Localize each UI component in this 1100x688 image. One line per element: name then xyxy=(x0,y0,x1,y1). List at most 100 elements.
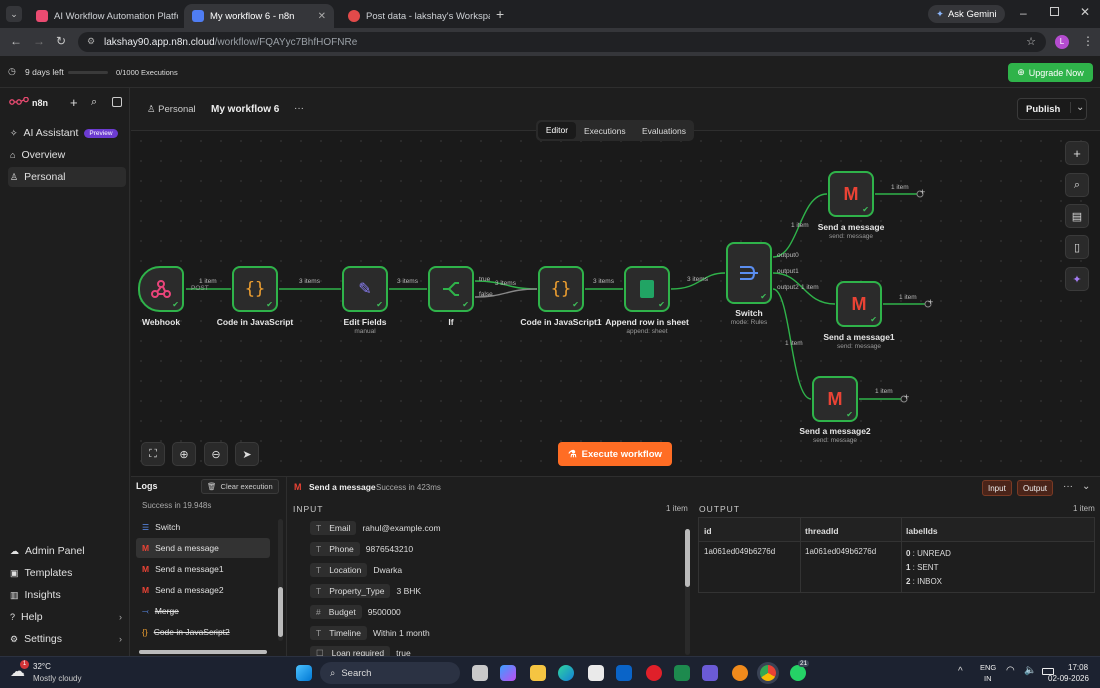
log-item-merge[interactable]: ⤙ Merge xyxy=(136,601,270,621)
zoom-out-button[interactable]: ⊖ xyxy=(204,442,228,466)
back-icon[interactable]: ← xyxy=(10,34,22,48)
wifi-icon[interactable]: ◠ xyxy=(1006,665,1015,676)
teams-icon[interactable] xyxy=(702,665,718,681)
log-item-code-in-javascript2[interactable]: {} Code in JavaScript2 xyxy=(136,622,270,642)
sidebar-item-templates[interactable]: ▣ Templates xyxy=(8,563,126,583)
add-node-button[interactable]: + xyxy=(1065,141,1089,165)
close-tab-icon[interactable]: ✕ xyxy=(312,11,326,22)
site-info-icon[interactable]: ⚙ xyxy=(87,36,95,47)
file-explorer-icon[interactable] xyxy=(530,665,546,681)
sidebar-item-help[interactable]: ? Help › xyxy=(8,607,126,627)
forward-icon[interactable]: → xyxy=(33,34,45,48)
node-append-row-in-sheet[interactable]: ✔ xyxy=(624,266,670,312)
minimize-icon[interactable]: – xyxy=(1020,6,1027,20)
add-icon[interactable]: + xyxy=(70,95,78,110)
ai-assistant-button[interactable]: ✦ xyxy=(1065,267,1089,291)
sidebar-item-personal[interactable]: ♙ Personal xyxy=(8,167,126,187)
maximize-icon[interactable] xyxy=(1050,7,1059,16)
node-code-in-javascript[interactable]: {} ✔ xyxy=(232,266,278,312)
edge-label: 3 items xyxy=(687,276,708,283)
chrome-icon[interactable] xyxy=(760,665,776,681)
clock-date[interactable]: 02-09-2026 xyxy=(1048,674,1089,683)
outlook-icon[interactable] xyxy=(616,665,632,681)
workflow-name[interactable]: My workflow 6 xyxy=(211,104,279,115)
node-code-in-javascript1[interactable]: {} ✔ xyxy=(538,266,584,312)
node-edit-fields[interactable]: ✎ ✔ xyxy=(342,266,388,312)
project-breadcrumb[interactable]: ♙ Personal xyxy=(147,104,196,115)
bookmark-star-icon[interactable]: ☆ xyxy=(1026,35,1036,48)
sidebar-item-insights[interactable]: ▥ Insights xyxy=(8,585,126,605)
input-scrollbar[interactable] xyxy=(685,529,690,655)
zoom-in-button[interactable]: ⊕ xyxy=(172,442,196,466)
language-code[interactable]: ENG xyxy=(980,663,996,672)
volume-icon[interactable]: 🔈 xyxy=(1024,665,1036,676)
collapse-sidebar-icon[interactable] xyxy=(112,97,122,107)
search-nodes-button[interactable]: ⌕ xyxy=(1065,173,1089,197)
new-tab-button[interactable]: + xyxy=(496,6,504,22)
workflow-canvas[interactable]: Editor Executions Evaluations + + + 1 it… xyxy=(131,120,1100,476)
start-windows-icon[interactable] xyxy=(296,665,312,681)
node-send-a-message[interactable]: M ✔ xyxy=(828,171,874,217)
opera-icon[interactable] xyxy=(646,665,662,681)
node-send-a-message2[interactable]: M ✔ xyxy=(812,376,858,422)
search-icon[interactable]: ⌕ xyxy=(91,96,97,109)
scroll-thumb[interactable] xyxy=(278,587,283,637)
log-item-send-a-message2[interactable]: M Send a message2 xyxy=(136,580,270,600)
reload-icon[interactable]: ↻ xyxy=(56,34,66,48)
log-item-send-a-message[interactable]: M Send a message xyxy=(136,538,270,558)
add-node-plus-icon[interactable]: + xyxy=(904,392,909,402)
publish-button[interactable]: Publish xyxy=(1026,104,1060,115)
weather-temp[interactable]: 32°C xyxy=(33,662,51,671)
add-node-plus-icon[interactable]: + xyxy=(928,297,933,307)
show-hidden-icons[interactable]: ^ xyxy=(958,666,963,677)
collapse-panel-icon[interactable]: ⌄ xyxy=(1082,481,1090,492)
profile-avatar[interactable]: L xyxy=(1055,35,1069,49)
ask-gemini-button[interactable]: ✦ Ask Gemini xyxy=(928,5,1005,23)
publish-dropdown-icon[interactable]: ⌄ xyxy=(1070,102,1084,113)
execute-workflow-button[interactable]: ⚗ Execute workflow xyxy=(558,442,672,466)
edge-icon[interactable] xyxy=(558,665,574,681)
tab-list-button[interactable]: ⌄ xyxy=(6,6,22,22)
tidy-up-button[interactable]: ➤ xyxy=(235,442,259,466)
clear-execution-button[interactable]: 🗑 Clear execution xyxy=(201,479,279,494)
output-toggle-button[interactable]: Output xyxy=(1017,480,1054,496)
clock-time[interactable]: 17:08 xyxy=(1068,663,1088,672)
browser-app-icon[interactable] xyxy=(732,665,748,681)
task-view-icon[interactable] xyxy=(472,665,488,681)
language-region[interactable]: IN xyxy=(984,674,992,683)
panel-more-icon[interactable]: ··· xyxy=(1063,481,1073,492)
node-if[interactable]: ✔ xyxy=(428,266,474,312)
sidebar-item-ai-assistant[interactable]: ✧ AI Assistant Preview xyxy=(8,123,126,143)
weather-desc[interactable]: Mostly cloudy xyxy=(33,674,81,683)
browser-tab-workflow[interactable]: My workflow 6 - n8n ✕ xyxy=(184,4,334,28)
scroll-thumb[interactable] xyxy=(685,529,690,587)
more-options-button[interactable]: ··· xyxy=(294,103,304,114)
node-webhook[interactable]: ✔ xyxy=(138,266,184,312)
browser-tab-n8n-home[interactable]: AI Workflow Automation Platfo ✕ xyxy=(28,4,178,28)
store-icon[interactable] xyxy=(588,665,604,681)
toggle-panel-button[interactable]: ▯ xyxy=(1065,235,1089,259)
upgrade-now-button[interactable]: ⊕ Upgrade Now xyxy=(1008,63,1093,82)
whatsapp-icon[interactable] xyxy=(790,665,806,681)
sticky-note-button[interactable]: ▤ xyxy=(1065,204,1089,228)
browser-menu-icon[interactable]: ⋮ xyxy=(1082,34,1094,48)
copilot-icon[interactable] xyxy=(500,665,516,681)
close-window-icon[interactable]: ✕ xyxy=(1080,5,1090,19)
node-send-a-message1[interactable]: M ✔ xyxy=(836,281,882,327)
input-toggle-button[interactable]: Input xyxy=(982,480,1012,496)
url-field[interactable]: ⚙ lakshay90.app.n8n.cloud/workflow/FQAYy… xyxy=(78,32,1046,52)
excel-icon[interactable] xyxy=(674,665,690,681)
taskbar-search[interactable]: ⌕ Search xyxy=(320,662,460,684)
sidebar-item-settings[interactable]: ⚙ Settings › xyxy=(8,629,126,649)
browser-tab-post-data[interactable]: Post data - lakshay's Workspac ✕ xyxy=(340,4,490,28)
log-item-send-a-message1[interactable]: M Send a message1 xyxy=(136,559,270,579)
sidebar-item-overview[interactable]: ⌂ Overview xyxy=(8,145,126,165)
add-node-plus-icon[interactable]: + xyxy=(920,187,925,197)
log-item-switch[interactable]: ☰ Switch xyxy=(136,517,270,537)
trash-icon: 🗑 xyxy=(207,482,217,491)
logs-h-scrollbar[interactable] xyxy=(139,650,267,654)
logs-scrollbar[interactable] xyxy=(278,519,283,641)
fit-view-button[interactable]: ⛶ xyxy=(141,442,165,466)
node-switch[interactable]: ✔ xyxy=(726,242,772,304)
sidebar-item-admin-panel[interactable]: ☁ Admin Panel xyxy=(8,541,126,561)
